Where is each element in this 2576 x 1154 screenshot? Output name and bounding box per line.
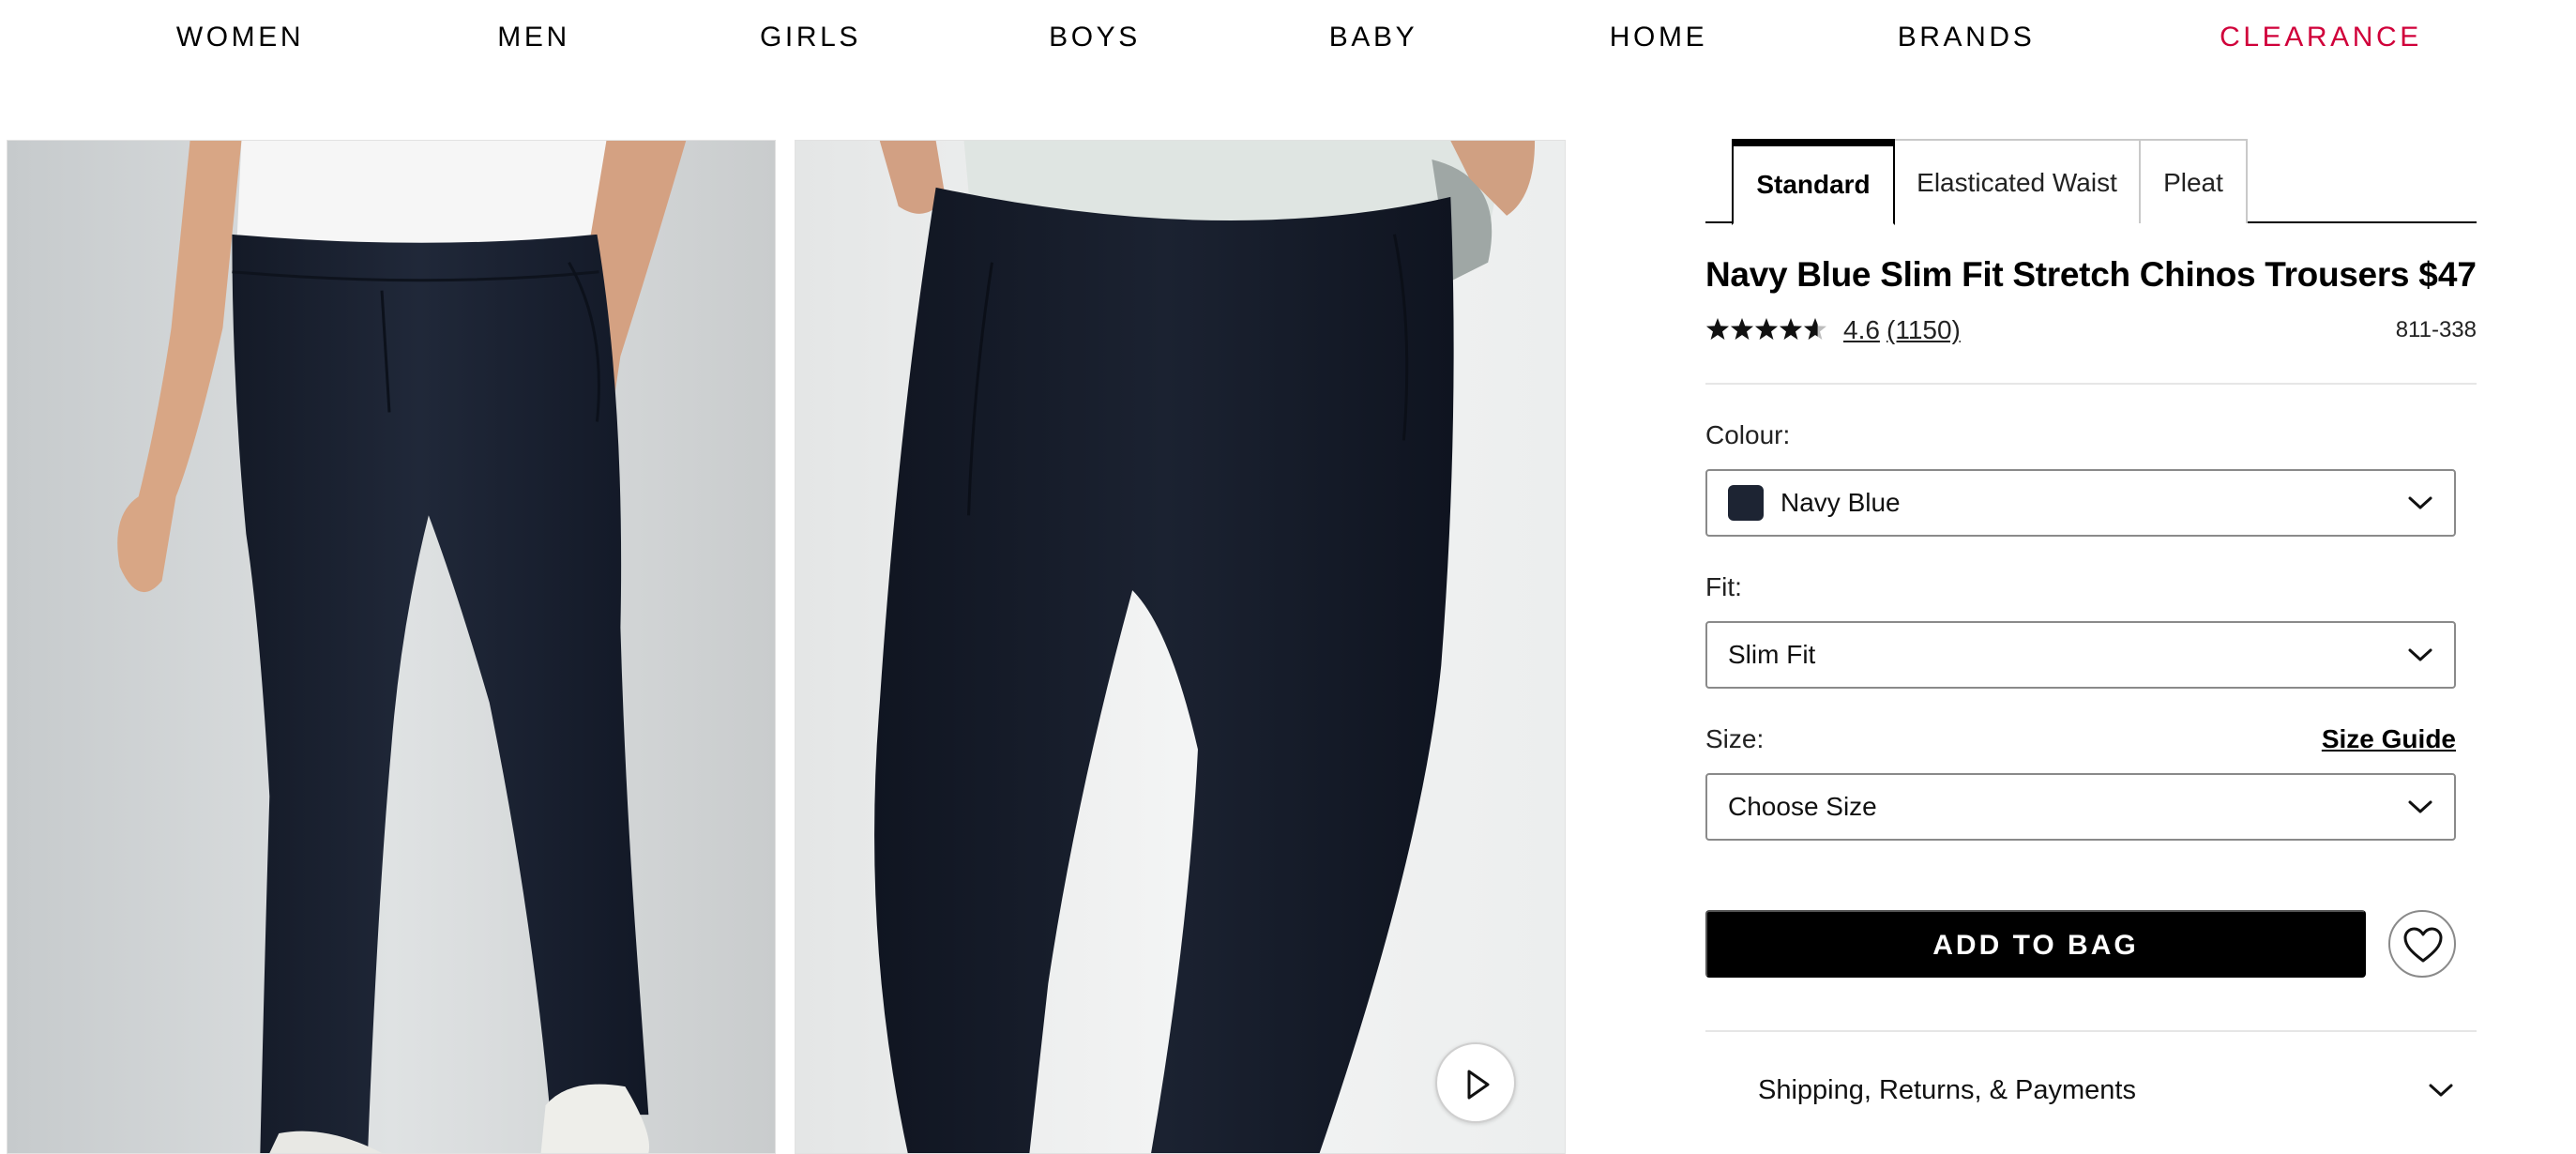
review-count-link[interactable]: (1150) <box>1887 313 1961 347</box>
chevron-down-icon <box>2429 1084 2453 1097</box>
tab-standard[interactable]: Standard <box>1732 139 1895 225</box>
size-label: Size: <box>1705 724 1765 753</box>
size-select[interactable]: Choose Size <box>1705 773 2456 841</box>
shipping-accordion-label: Shipping, Returns, & Payments <box>1758 1075 2136 1105</box>
nav-item-girls[interactable]: GIRLS <box>760 21 861 54</box>
wishlist-button[interactable] <box>2388 910 2456 978</box>
divider <box>1705 383 2477 385</box>
nav-item-women[interactable]: WOMEN <box>176 21 304 54</box>
item-code: 811-338 <box>2395 317 2477 342</box>
fit-label: Fit: <box>1705 572 1742 601</box>
colour-swatch <box>1728 485 1764 521</box>
colour-select-value: Navy Blue <box>1780 488 1901 517</box>
tab-pleat[interactable]: Pleat <box>2139 139 2248 223</box>
shipping-accordion[interactable]: Shipping, Returns, & Payments <box>1705 1032 2477 1152</box>
product-price: $47 <box>2418 255 2477 294</box>
product-image-front[interactable] <box>7 140 776 1154</box>
top-navigation: WOMEN MEN GIRLS BOYS BABY HOME BRANDS CL… <box>0 0 2576 75</box>
product-photo-front <box>8 141 775 1153</box>
size-select-value: Choose Size <box>1728 792 1877 821</box>
fit-select-value: Slim Fit <box>1728 640 1816 669</box>
tab-elasticated-waist[interactable]: Elasticated Waist <box>1893 139 2141 223</box>
product-title: Navy Blue Slim Fit Stretch Chinos Trouse… <box>1705 255 2410 294</box>
play-icon <box>1467 1070 1490 1100</box>
play-video-button[interactable] <box>1435 1042 1516 1123</box>
nav-item-brands[interactable]: BRANDS <box>1898 21 2036 54</box>
size-guide-link[interactable]: Size Guide <box>2322 722 2456 756</box>
chevron-down-icon <box>2408 648 2432 661</box>
heart-icon <box>2403 927 2443 963</box>
rating-value-link[interactable]: 4.6 <box>1843 313 1880 347</box>
colour-label: Colour: <box>1705 420 1791 449</box>
fit-select[interactable]: Slim Fit <box>1705 621 2456 689</box>
nav-item-boys[interactable]: BOYS <box>1049 21 1141 54</box>
add-to-bag-button[interactable]: ADD TO BAG <box>1705 910 2366 978</box>
star-rating <box>1705 313 1829 347</box>
product-photo-closeup <box>796 141 1565 1153</box>
product-image-closeup[interactable] <box>795 140 1566 1154</box>
chevron-down-icon <box>2408 496 2432 509</box>
nav-item-men[interactable]: MEN <box>497 21 569 54</box>
nav-item-home[interactable]: HOME <box>1610 21 1707 54</box>
chevron-down-icon <box>2408 800 2432 813</box>
nav-item-baby[interactable]: BABY <box>1329 21 1417 54</box>
nav-item-clearance[interactable]: CLEARANCE <box>2220 21 2422 54</box>
stars-icon <box>1706 318 1826 340</box>
colour-select[interactable]: Navy Blue <box>1705 469 2456 537</box>
